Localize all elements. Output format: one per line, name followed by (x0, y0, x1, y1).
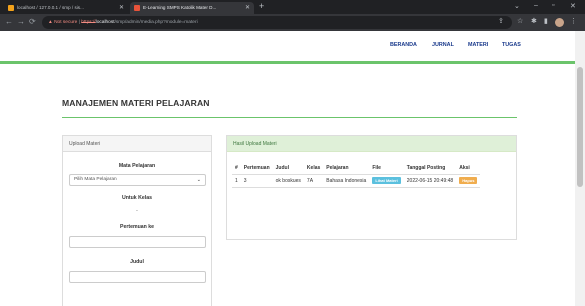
reload-icon[interactable]: ⟳ (29, 17, 36, 26)
new-tab-button[interactable]: + (259, 1, 264, 11)
browser-address-bar: ← → ⟳ ▲ Not secure | https://localhost/s… (0, 14, 585, 31)
col-pertemuan: Pertemuan (240, 162, 273, 175)
back-arrow-icon[interactable]: ← (5, 17, 13, 26)
table-header-row: # Pertemuan Judul Kelas Pelajaran File T… (232, 162, 481, 175)
url-path: /smp/admin/media.php?module=materi (114, 20, 198, 25)
nav-materi[interactable]: MATERI (468, 42, 488, 48)
url-host: localhost (95, 20, 115, 25)
nav-beranda[interactable]: BERANDA (390, 42, 417, 48)
mapel-label: Mata Pelajaran (118, 163, 156, 169)
table-row: 1 3 ok boskues 7A Bahasa Indonesia Lihat… (232, 174, 481, 188)
url-input[interactable]: ▲ Not secure | https://localhost/smp/adm… (42, 16, 512, 29)
profile-avatar[interactable] (555, 18, 564, 27)
col-kelas: Kelas (303, 162, 324, 175)
cell-no: 1 (232, 174, 241, 188)
col-no: # (232, 162, 241, 175)
result-panel: Hasil Upload Materi # Pertemuan Judul Ke… (226, 135, 517, 240)
pertemuan-label: Pertemuan ke (119, 224, 155, 230)
view-materi-button[interactable]: Lihat Materi (372, 177, 401, 184)
browser-tab-bar: localhost / 127.0.0.1 / smp / sis... ✕ E… (0, 0, 585, 14)
cell-judul: ok boskues (272, 174, 304, 188)
col-tanggal: Tanggal Posting (403, 162, 457, 175)
tab-label: E-Learning SMPS Katolik Mater D... (143, 5, 217, 10)
col-aksi: Aksi (456, 162, 481, 175)
page-viewport: BERANDA JURNAL MATERI TUGAS MANAJEMEN MA… (0, 31, 575, 306)
browser-tab-elearning[interactable]: E-Learning SMPS Katolik Mater D... ✕ (130, 2, 254, 14)
page-title: MANAJEMEN MATERI PELAJARAN (62, 98, 210, 108)
cell-kelas: 7A (303, 174, 324, 188)
nav-divider (0, 61, 575, 64)
browser-tab-phpmyadmin[interactable]: localhost / 127.0.0.1 / smp / sis... ✕ (4, 2, 128, 14)
cell-pelajaran: Bahasa Indonesia (323, 174, 370, 188)
upload-panel-heading: Upload Materi (63, 136, 211, 152)
col-judul: Judul (272, 162, 304, 175)
minimize-icon[interactable]: – (534, 2, 538, 9)
judul-input[interactable] (69, 271, 206, 283)
close-tab-icon[interactable]: ✕ (119, 2, 124, 14)
nav-tugas[interactable]: TUGAS (502, 42, 521, 48)
close-tab-icon[interactable]: ✕ (245, 2, 250, 14)
extensions-icon[interactable]: ✱ (531, 17, 537, 25)
judul-label: Judul (130, 259, 144, 265)
pertemuan-input[interactable] (69, 236, 206, 248)
cell-pertemuan: 3 (240, 174, 273, 188)
window-close-icon[interactable]: ✕ (570, 2, 576, 10)
result-panel-heading: Hasil Upload Materi (227, 136, 516, 152)
kelas-label: Untuk Kelas (122, 195, 152, 201)
elearning-favicon-icon (134, 5, 140, 11)
top-navigation: BERANDA JURNAL MATERI TUGAS (0, 31, 575, 61)
nav-jurnal[interactable]: JURNAL (432, 42, 454, 48)
share-icon[interactable]: ⇪ (498, 17, 504, 25)
chevron-down-icon: ⌄ (196, 177, 201, 183)
maximize-icon[interactable]: ▫ (552, 2, 554, 9)
cell-file: Lihat Materi (369, 174, 404, 188)
tab-search-icon[interactable]: ⌄ (514, 2, 520, 10)
delete-button[interactable]: Hapus (459, 177, 478, 184)
tab-label: localhost / 127.0.0.1 / smp / sis... (17, 5, 84, 10)
forward-arrow-icon[interactable]: → (17, 17, 25, 26)
star-icon[interactable]: ☆ (517, 17, 523, 25)
kelas-value: - (136, 208, 138, 214)
upload-panel: Upload Materi Mata Pelajaran Pilih Mata … (62, 135, 212, 306)
phpmyadmin-favicon-icon (8, 5, 14, 11)
scrollbar-thumb[interactable] (577, 67, 583, 187)
menu-kebab-icon[interactable]: ⋮ (570, 17, 577, 25)
mapel-select-value: Pilih Mata Pelajaran (74, 177, 117, 182)
not-secure-label: Not secure (54, 20, 78, 25)
materi-table: # Pertemuan Judul Kelas Pelajaran File T… (232, 162, 481, 188)
sidebar-icon[interactable]: ▮ (544, 17, 548, 25)
col-pelajaran: Pelajaran (323, 162, 370, 175)
col-file: File (369, 162, 404, 175)
cell-aksi: Hapus (456, 174, 481, 188)
cell-tanggal: 2022-06-15 20:49:48 (403, 174, 457, 188)
url-scheme: https:// (81, 20, 96, 25)
mapel-select[interactable]: Pilih Mata Pelajaran ⌄ (69, 174, 206, 186)
page-scrollbar[interactable] (575, 31, 585, 306)
title-divider (62, 117, 517, 118)
